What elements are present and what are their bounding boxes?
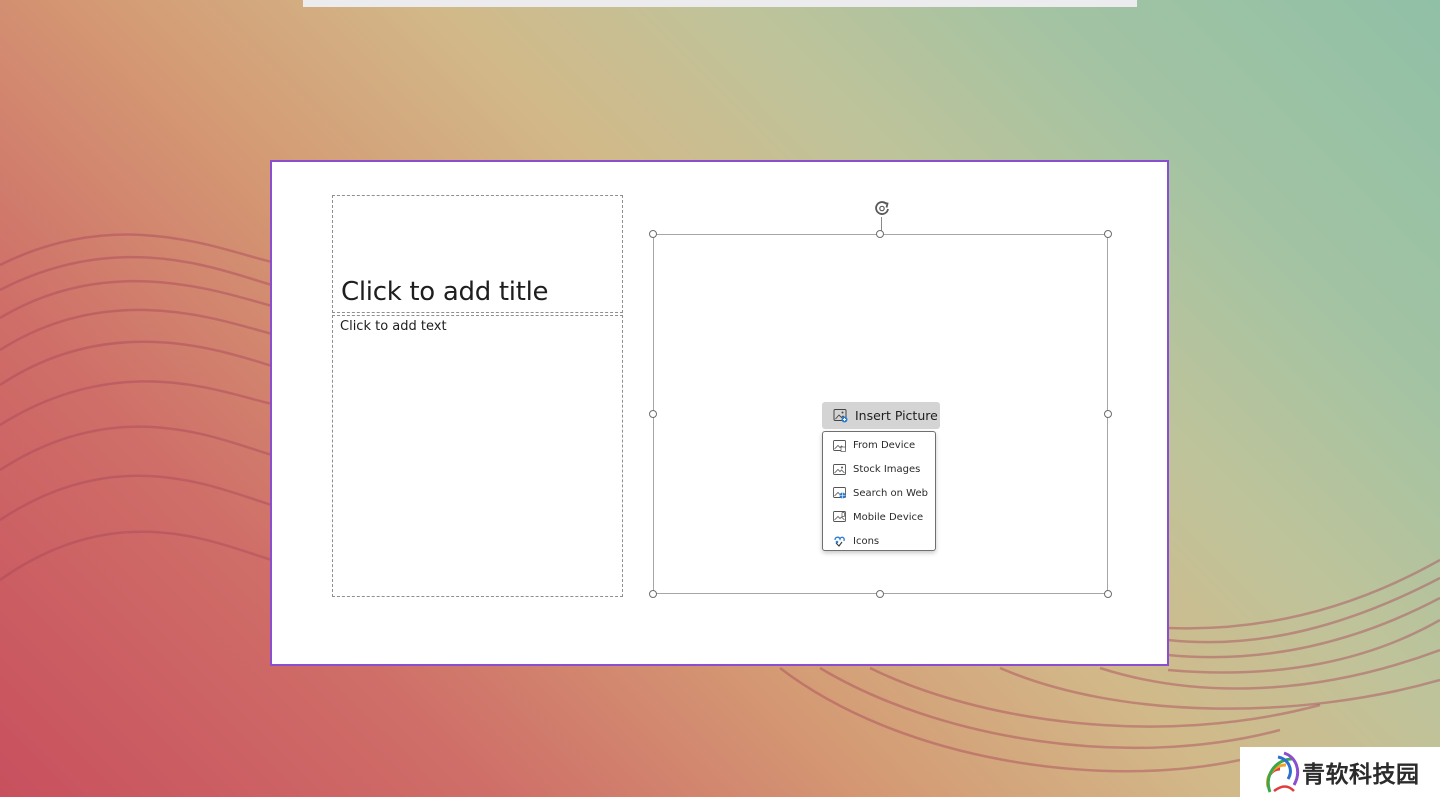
rotate-icon[interactable] xyxy=(872,198,892,218)
resize-handle-bottom-left[interactable] xyxy=(649,590,657,598)
menu-item-search-on-web[interactable]: Search on Web xyxy=(823,482,935,506)
resize-handle-top-left[interactable] xyxy=(649,230,657,238)
insert-picture-icon xyxy=(833,409,848,423)
menu-item-label: Stock Images xyxy=(853,464,921,476)
insert-picture-menu: From Device Stock Images Search on Web M… xyxy=(822,431,936,551)
title-placeholder[interactable]: Click to add title xyxy=(332,195,623,313)
slide-canvas[interactable]: Click to add title Click to add text Ins… xyxy=(270,160,1169,666)
insert-picture-button[interactable]: Insert Picture xyxy=(822,402,940,429)
mobile-picture-icon xyxy=(833,511,846,523)
resize-handle-bottom[interactable] xyxy=(876,590,884,598)
insert-picture-label: Insert Picture xyxy=(855,408,938,423)
title-placeholder-text: Click to add title xyxy=(341,277,549,307)
resize-handle-top-right[interactable] xyxy=(1104,230,1112,238)
body-placeholder[interactable]: Click to add text xyxy=(332,315,623,597)
menu-item-stock-images[interactable]: Stock Images xyxy=(823,458,935,482)
body-placeholder-text: Click to add text xyxy=(340,319,447,334)
watermark-text: 青软科技园 xyxy=(1302,762,1420,788)
menu-item-from-device[interactable]: From Device xyxy=(823,434,935,458)
menu-item-mobile-device[interactable]: Mobile Device xyxy=(823,505,935,529)
watermark: 青软科技园 xyxy=(1240,747,1440,797)
resize-handle-right[interactable] xyxy=(1104,410,1112,418)
top-edge-strip xyxy=(303,0,1137,7)
menu-item-icons[interactable]: Icons xyxy=(823,529,935,553)
menu-item-label: Mobile Device xyxy=(853,511,924,523)
resize-handle-bottom-right[interactable] xyxy=(1104,590,1112,598)
menu-item-label: Search on Web xyxy=(853,487,928,499)
menu-item-label: Icons xyxy=(853,535,880,547)
menu-item-label: From Device xyxy=(853,440,916,452)
web-picture-icon xyxy=(833,487,846,499)
resize-handle-top[interactable] xyxy=(876,230,884,238)
desktop-background: Click to add title Click to add text Ins… xyxy=(0,0,1440,797)
resize-handle-left[interactable] xyxy=(649,410,657,418)
icons-icon xyxy=(834,536,845,547)
stock-images-icon xyxy=(833,463,846,475)
device-picture-icon xyxy=(833,439,846,452)
brand-logo-icon xyxy=(1266,751,1300,793)
